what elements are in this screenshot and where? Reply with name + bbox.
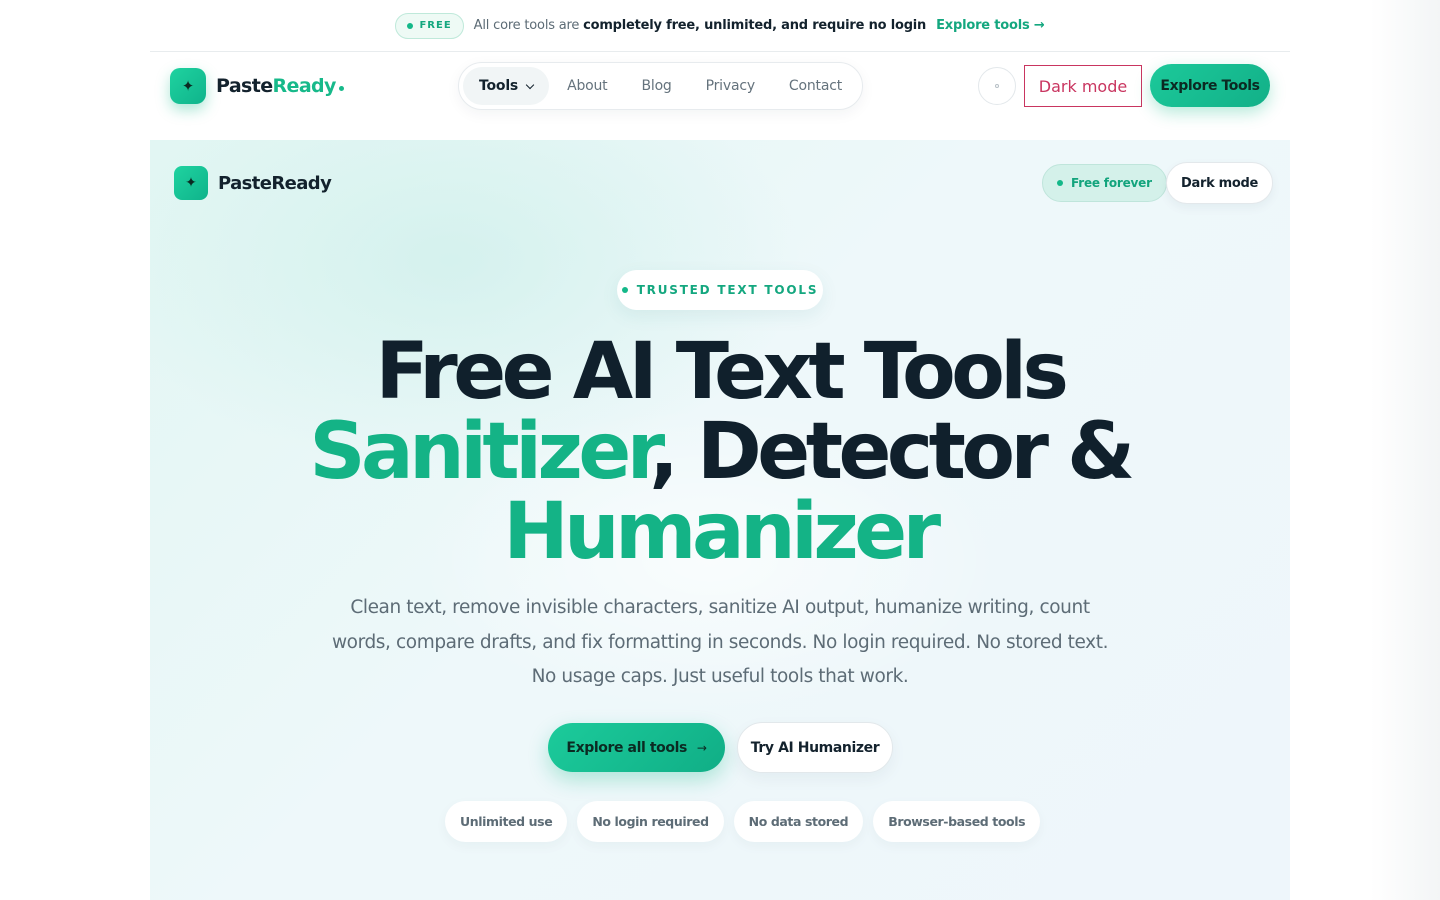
- free-forever-badge: Free forever: [1042, 164, 1167, 202]
- headline-line-2: Sanitizer, Detector &: [150, 412, 1290, 492]
- headline-detector: , Detector &: [649, 407, 1135, 497]
- headline-line-1: Free AI Text Tools: [375, 327, 1069, 417]
- explore-tools-link[interactable]: Explore tools →: [936, 18, 1045, 33]
- try-ai-humanizer-button[interactable]: Try AI Humanizer: [737, 722, 893, 773]
- headline-sanitizer: Sanitizer: [309, 407, 653, 497]
- nav-item-privacy[interactable]: Privacy: [690, 67, 771, 105]
- page-edge-shadow: [1370, 0, 1440, 900]
- logo-text-accent: Ready: [272, 75, 337, 97]
- hero-logo-text: PasteReady: [218, 172, 332, 194]
- trusted-badge-label: TRUSTED TEXT TOOLS: [636, 283, 819, 297]
- nav-menu: Tools About Blog Privacy Contact: [458, 62, 863, 110]
- announcement-bar: FREE All core tools are completely free,…: [150, 0, 1290, 52]
- status-dot-icon: [1057, 180, 1063, 186]
- trusted-badge: TRUSTED TEXT TOOLS: [617, 270, 823, 310]
- nav-item-about[interactable]: About: [551, 67, 623, 105]
- logo-dot-icon: [338, 85, 344, 91]
- nav-item-tools-label: Tools: [479, 78, 519, 94]
- explore-tools-button[interactable]: Explore Tools: [1150, 64, 1270, 107]
- announcement-message: All core tools are completely free, unli…: [473, 18, 927, 33]
- status-dot-icon: [621, 287, 628, 293]
- feature-chip: No data stored: [733, 801, 864, 842]
- free-badge: FREE: [395, 12, 464, 39]
- logo-text-main: Paste: [216, 75, 273, 97]
- announcement-message-pre: All core tools are: [473, 18, 584, 33]
- main-nav: ✦ PasteReady Tools About Blog Privacy Co…: [150, 52, 1290, 140]
- explore-all-tools-button[interactable]: Explore all tools →: [548, 723, 725, 772]
- hero-logo[interactable]: ✦ PasteReady: [174, 166, 332, 200]
- announcement-message-bold: completely free, unlimited, and require …: [583, 18, 927, 33]
- hero-headline: Free AI Text Tools Sanitizer, Detector &…: [150, 332, 1290, 572]
- headline-humanizer: Humanizer: [503, 487, 941, 577]
- free-badge-label: FREE: [419, 20, 452, 31]
- hero-dark-mode-button[interactable]: Dark mode: [1166, 162, 1274, 204]
- search-icon: [995, 84, 999, 88]
- explore-all-tools-label: Explore all tools: [566, 739, 687, 756]
- free-forever-label: Free forever: [1071, 176, 1152, 190]
- feature-chip: Browser-based tools: [873, 801, 1041, 842]
- nav-item-contact[interactable]: Contact: [773, 67, 858, 105]
- logo-text: PasteReady: [216, 75, 336, 97]
- status-dot-icon: [407, 22, 414, 29]
- dark-mode-button[interactable]: Dark mode: [1024, 65, 1142, 107]
- sparkle-icon: ✦: [170, 68, 206, 104]
- nav-item-blog[interactable]: Blog: [625, 67, 687, 105]
- feature-chip: No login required: [577, 801, 724, 842]
- site-logo[interactable]: ✦ PasteReady: [170, 68, 344, 104]
- feature-chip: Unlimited use: [445, 801, 568, 842]
- hero-subtitle: Clean text, remove invisible characters,…: [331, 597, 1109, 687]
- chevron-down-icon: [525, 80, 535, 89]
- feature-chips: Unlimited use No login required No data …: [445, 801, 1041, 842]
- arrow-right-icon: →: [696, 740, 707, 755]
- sparkle-icon: ✦: [174, 166, 208, 200]
- nav-item-tools[interactable]: Tools: [463, 67, 550, 105]
- search-button[interactable]: [978, 67, 1016, 105]
- hero-section: ✦ PasteReady Free forever Dark mode TRUS…: [150, 140, 1290, 900]
